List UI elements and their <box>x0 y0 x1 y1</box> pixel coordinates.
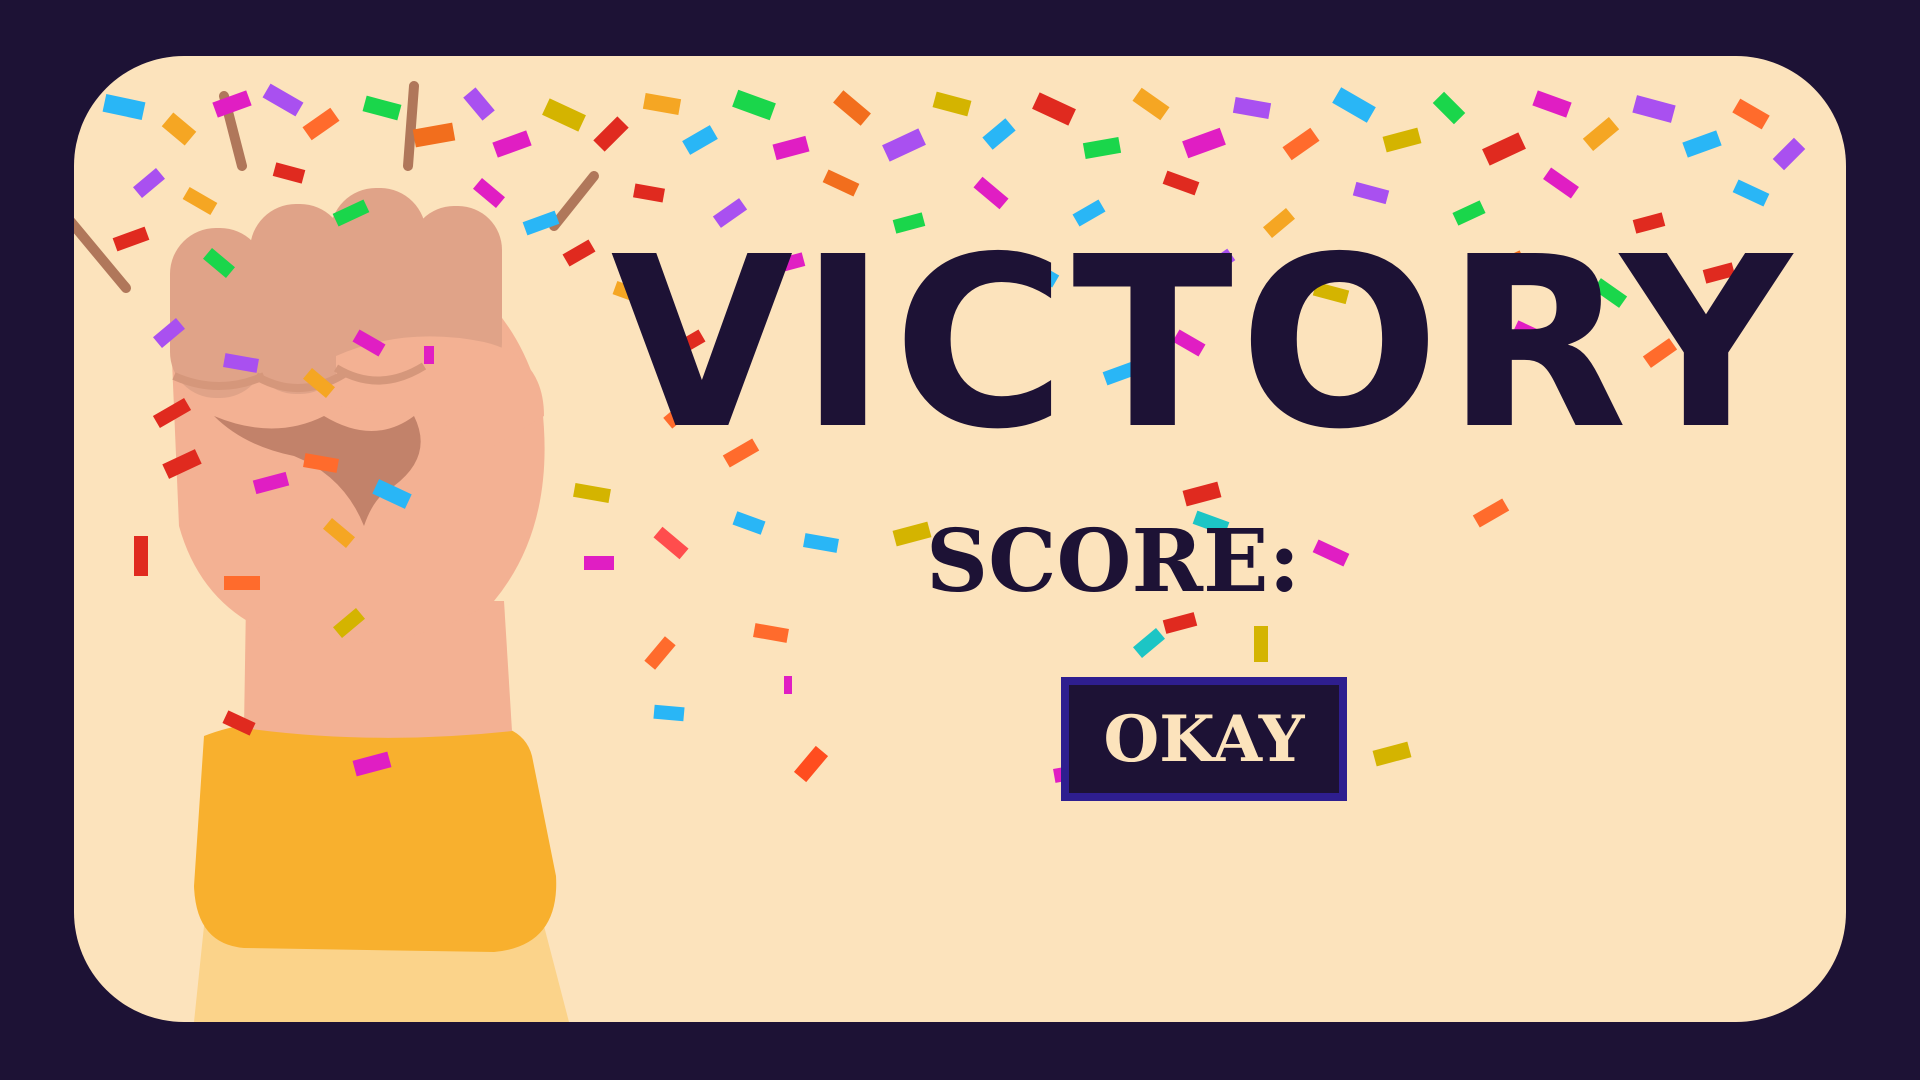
score-row: SCORE: <box>926 511 1318 612</box>
victory-title: VICTORY <box>610 206 1798 481</box>
score-label: SCORE: <box>926 511 1301 612</box>
victory-card: VICTORY SCORE: OKAY <box>74 56 1846 1022</box>
okay-button[interactable]: OKAY <box>1061 677 1347 801</box>
victory-screen: VICTORY SCORE: OKAY <box>0 0 1920 1080</box>
raised-fist-icon <box>74 81 599 1022</box>
